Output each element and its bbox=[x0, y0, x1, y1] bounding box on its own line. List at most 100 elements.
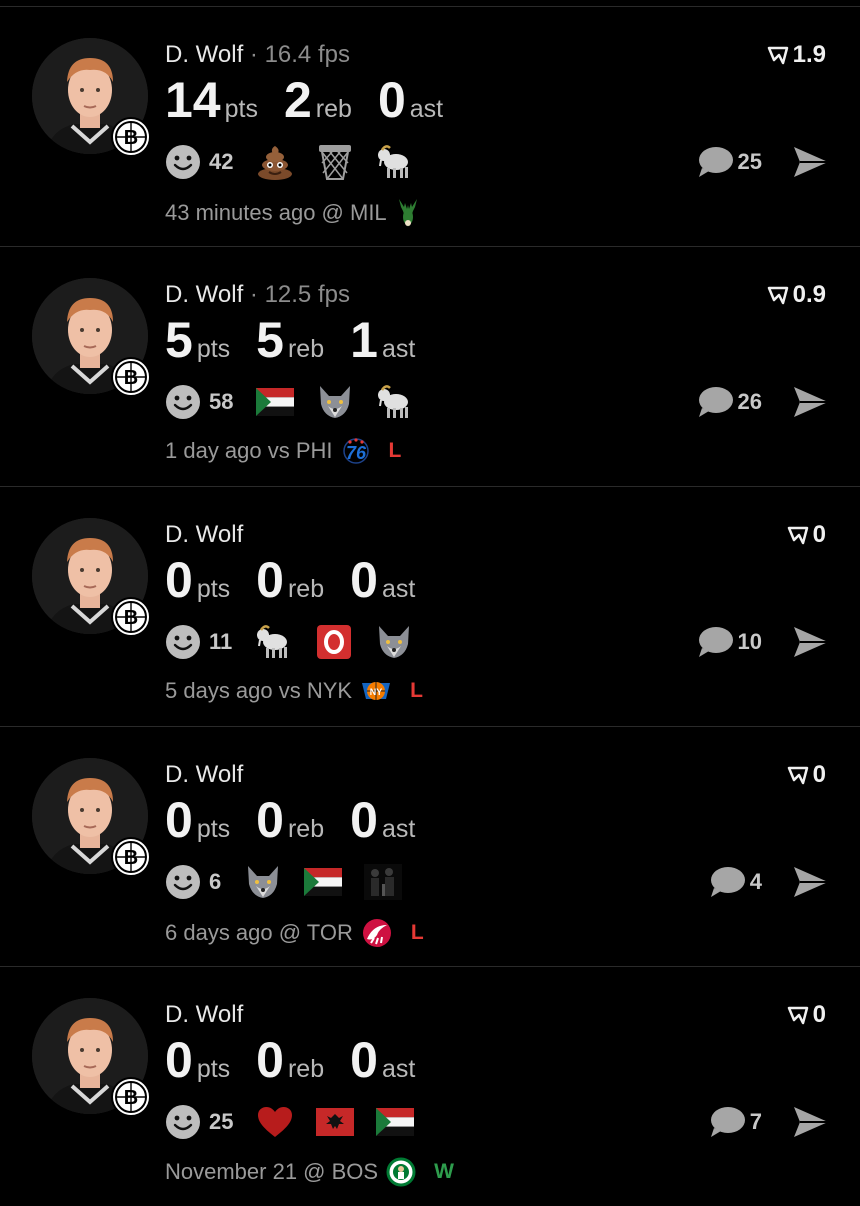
player-name-row: D. Wolf bbox=[165, 1001, 243, 1029]
assists-stat: 0 ast bbox=[350, 791, 415, 849]
fantasy-rate: · 16.4 fps bbox=[249, 41, 350, 68]
stats-row: 0 pts 0 reb 0 ast bbox=[165, 791, 441, 849]
wolf-emoji[interactable] bbox=[372, 622, 416, 662]
game-card[interactable]: B D. Wolf 0 0 pts 0 reb 0 ast 25 7 November… bbox=[0, 967, 860, 1206]
game-info: 5 days ago vs NYK bbox=[165, 678, 353, 703]
goat-emoji[interactable] bbox=[373, 382, 417, 422]
goat-emoji[interactable] bbox=[373, 142, 417, 182]
comment-icon[interactable] bbox=[708, 1105, 746, 1139]
dark-figures-emoji[interactable] bbox=[361, 862, 405, 902]
rebounds-stat: 0 reb bbox=[256, 1031, 324, 1089]
76ers-logo: 76 bbox=[341, 437, 371, 465]
card-actions: 26 bbox=[696, 382, 830, 422]
share-icon[interactable] bbox=[792, 865, 830, 899]
albania-flag-emoji[interactable] bbox=[313, 1102, 357, 1142]
share-icon[interactable] bbox=[792, 145, 830, 179]
score-badge[interactable]: 1.9 bbox=[767, 41, 826, 69]
reaction-count: 25 bbox=[209, 1109, 234, 1134]
o-button-emoji[interactable] bbox=[312, 622, 356, 662]
points-value: 0 bbox=[165, 552, 193, 608]
goat-emoji[interactable] bbox=[252, 622, 296, 662]
share-icon[interactable] bbox=[792, 625, 830, 659]
comment-icon[interactable] bbox=[696, 145, 734, 179]
score-badge[interactable]: 0 bbox=[787, 521, 826, 549]
card-actions: 7 bbox=[708, 1102, 830, 1142]
smile-reaction-icon[interactable] bbox=[165, 384, 201, 420]
svg-text:B: B bbox=[124, 367, 138, 389]
svg-text:76: 76 bbox=[346, 443, 367, 463]
reaction-count: 58 bbox=[209, 389, 234, 414]
assists-stat: 0 ast bbox=[350, 1031, 415, 1089]
points-label: pts bbox=[196, 335, 231, 363]
score-value: 0 bbox=[812, 761, 826, 788]
rebounds-stat: 0 reb bbox=[256, 551, 324, 609]
rebounds-stat: 5 reb bbox=[256, 311, 324, 369]
sudan-flag-emoji[interactable] bbox=[301, 862, 345, 902]
score-badge[interactable]: 0.9 bbox=[767, 281, 826, 309]
assists-label: ast bbox=[409, 95, 444, 123]
knicks-logo: NY bbox=[360, 677, 392, 705]
points-stat: 0 pts bbox=[165, 551, 230, 609]
score-value: 0.9 bbox=[792, 281, 826, 308]
trend-icon bbox=[767, 46, 788, 65]
player-name[interactable]: D. Wolf bbox=[165, 281, 243, 308]
nets-logo: B bbox=[111, 837, 151, 877]
poop-emoji[interactable] bbox=[253, 142, 297, 182]
game-meta-row: 5 days ago vs NYK NY L bbox=[165, 677, 423, 705]
reactions-row: 11 bbox=[165, 622, 432, 662]
bucks-logo bbox=[395, 197, 421, 229]
score-badge[interactable]: 0 bbox=[787, 1001, 826, 1029]
player-name[interactable]: D. Wolf bbox=[165, 761, 243, 788]
points-value: 5 bbox=[165, 312, 193, 368]
game-card[interactable]: B D. Wolf · 16.4 fps 1.9 14 pts 2 reb 0 ast… bbox=[0, 7, 860, 247]
red-heart-emoji[interactable] bbox=[253, 1102, 297, 1142]
share-icon[interactable] bbox=[792, 1105, 830, 1139]
svg-text:B: B bbox=[124, 847, 138, 869]
result-badge: W bbox=[434, 1160, 454, 1183]
smile-reaction-icon[interactable] bbox=[165, 624, 201, 660]
points-stat: 14 pts bbox=[165, 71, 258, 129]
stats-row: 0 pts 0 reb 0 ast bbox=[165, 1031, 441, 1089]
wolf-emoji[interactable] bbox=[313, 382, 357, 422]
score-value: 1.9 bbox=[792, 41, 826, 68]
player-name[interactable]: D. Wolf bbox=[165, 1001, 243, 1028]
smile-reaction-icon[interactable] bbox=[165, 144, 201, 180]
result-badge: L bbox=[388, 439, 402, 462]
smile-reaction-icon[interactable] bbox=[165, 864, 201, 900]
rebounds-value: 0 bbox=[256, 792, 284, 848]
rebounds-label: reb bbox=[287, 575, 325, 603]
reactions-row: 42 bbox=[165, 142, 433, 182]
assists-value: 0 bbox=[350, 552, 378, 608]
celtics-logo bbox=[386, 1157, 416, 1187]
player-name-row: D. Wolf · 16.4 fps bbox=[165, 41, 350, 69]
comment-count: 26 bbox=[737, 389, 762, 414]
stats-row: 5 pts 5 reb 1 ast bbox=[165, 311, 441, 369]
assists-label: ast bbox=[381, 1055, 416, 1083]
sudan-flag-emoji[interactable] bbox=[373, 1102, 417, 1142]
wolf-emoji[interactable] bbox=[241, 862, 285, 902]
comment-icon[interactable] bbox=[708, 865, 746, 899]
comment-icon[interactable] bbox=[696, 385, 734, 419]
assists-label: ast bbox=[381, 575, 416, 603]
player-name-row: D. Wolf · 12.5 fps bbox=[165, 281, 350, 309]
trend-icon bbox=[787, 1006, 808, 1025]
game-card[interactable]: B D. Wolf 0 0 pts 0 reb 0 ast 11 10 5 days … bbox=[0, 487, 860, 727]
game-card[interactable]: B D. Wolf · 12.5 fps 0.9 5 pts 5 reb 1 ast … bbox=[0, 247, 860, 487]
share-icon[interactable] bbox=[792, 385, 830, 419]
score-badge[interactable]: 0 bbox=[787, 761, 826, 789]
comment-count: 4 bbox=[749, 869, 762, 894]
points-label: pts bbox=[196, 815, 231, 843]
comment-icon[interactable] bbox=[696, 625, 734, 659]
player-name[interactable]: D. Wolf bbox=[165, 521, 243, 548]
sudan-flag-emoji[interactable] bbox=[253, 382, 297, 422]
smile-reaction-icon[interactable] bbox=[165, 1104, 201, 1140]
reaction-count: 6 bbox=[209, 869, 222, 894]
player-name[interactable]: D. Wolf bbox=[165, 41, 243, 68]
game-meta-row: 6 days ago @ TOR L bbox=[165, 917, 424, 949]
points-label: pts bbox=[224, 95, 258, 123]
basketball-hoop-emoji[interactable] bbox=[313, 142, 357, 182]
assists-value: 0 bbox=[377, 72, 406, 128]
game-card[interactable]: B D. Wolf 0 0 pts 0 reb 0 ast 6 4 6 days ag… bbox=[0, 727, 860, 967]
rebounds-value: 0 bbox=[256, 1032, 284, 1088]
player-name-row: D. Wolf bbox=[165, 761, 243, 789]
